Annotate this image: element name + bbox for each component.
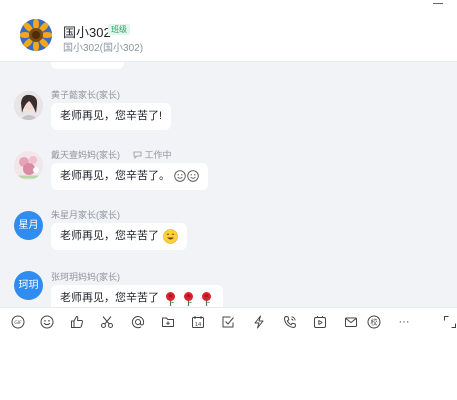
- sender-name: 戴天壹妈妈(家长): [51, 150, 120, 160]
- message-text: 老师再见，您辛苦了。: [60, 170, 170, 182]
- avatar[interactable]: 星月: [14, 211, 43, 240]
- school-icon[interactable]: 校: [366, 314, 382, 330]
- message-text: 老师再见，您辛苦了!: [60, 110, 163, 122]
- class-badge: 班级: [108, 24, 130, 35]
- chat-status-icon: [133, 151, 142, 159]
- sender-name: 朱星月家长(家长): [51, 210, 120, 220]
- emoji-icon[interactable]: [39, 314, 55, 330]
- video-icon[interactable]: [312, 314, 328, 330]
- lightning-icon[interactable]: [251, 314, 267, 330]
- avatar[interactable]: 珂玥: [14, 271, 43, 300]
- status-text: 工作中: [144, 150, 172, 160]
- mail-icon[interactable]: [343, 314, 359, 330]
- rose-emoji-icon: [166, 291, 176, 306]
- grin-emoji-icon: [163, 228, 178, 244]
- avatar[interactable]: [14, 151, 43, 180]
- message-bubble[interactable]: 老师再见，您辛苦了!: [51, 103, 172, 130]
- rose-emoji-icon: [184, 291, 194, 306]
- message-bubble[interactable]: 老师再见，您辛苦了: [51, 285, 224, 307]
- message-text: 老师再见，您辛苦了: [60, 230, 159, 242]
- previous-message-bubble: [51, 62, 124, 69]
- svg-text:GIF: GIF: [14, 320, 22, 326]
- sender-name: 黄子懿家长(家长): [51, 90, 120, 100]
- expand-icon[interactable]: [442, 314, 457, 330]
- at-icon[interactable]: [130, 314, 146, 330]
- gif-icon[interactable]: GIF: [10, 314, 26, 330]
- more-icon[interactable]: ···: [396, 314, 412, 330]
- svg-text:14: 14: [195, 322, 202, 328]
- message-bubble[interactable]: 老师再见，您辛苦了: [51, 223, 188, 250]
- smile-emoji-icon: [174, 170, 186, 182]
- calendar-icon[interactable]: 14: [190, 314, 206, 330]
- group-subtitle: 国小302(国小302): [63, 43, 144, 54]
- scissors-icon[interactable]: [99, 314, 115, 330]
- user-status: 工作中: [133, 148, 172, 161]
- group-avatar[interactable]: [20, 19, 52, 51]
- folder-icon[interactable]: [160, 314, 176, 330]
- message-input[interactable]: [0, 335, 457, 400]
- input-toolbar: GIF 14 校 ···: [0, 307, 457, 335]
- message-text: 老师再见，您辛苦了: [60, 292, 159, 304]
- sender-name: 张珂玥妈妈(家长): [51, 272, 120, 282]
- thumbs-up-icon[interactable]: [69, 314, 85, 330]
- message-list[interactable]: 黄子懿家长(家长) 老师再见，您辛苦了! 戴天壹妈妈(家长) 工作中 老师再见，…: [0, 62, 457, 307]
- message-bubble[interactable]: 老师再见，您辛苦了。: [51, 163, 209, 190]
- phone-icon[interactable]: [282, 314, 298, 330]
- chat-header: 国小302 班级 国小302(国小302): [0, 0, 457, 62]
- checkbox-icon[interactable]: [220, 314, 236, 330]
- smile-emoji-icon: [187, 170, 199, 182]
- rose-emoji-icon: [202, 291, 212, 306]
- window-minimize-icon[interactable]: [433, 0, 443, 4]
- avatar[interactable]: [14, 91, 43, 120]
- svg-text:校: 校: [371, 318, 378, 327]
